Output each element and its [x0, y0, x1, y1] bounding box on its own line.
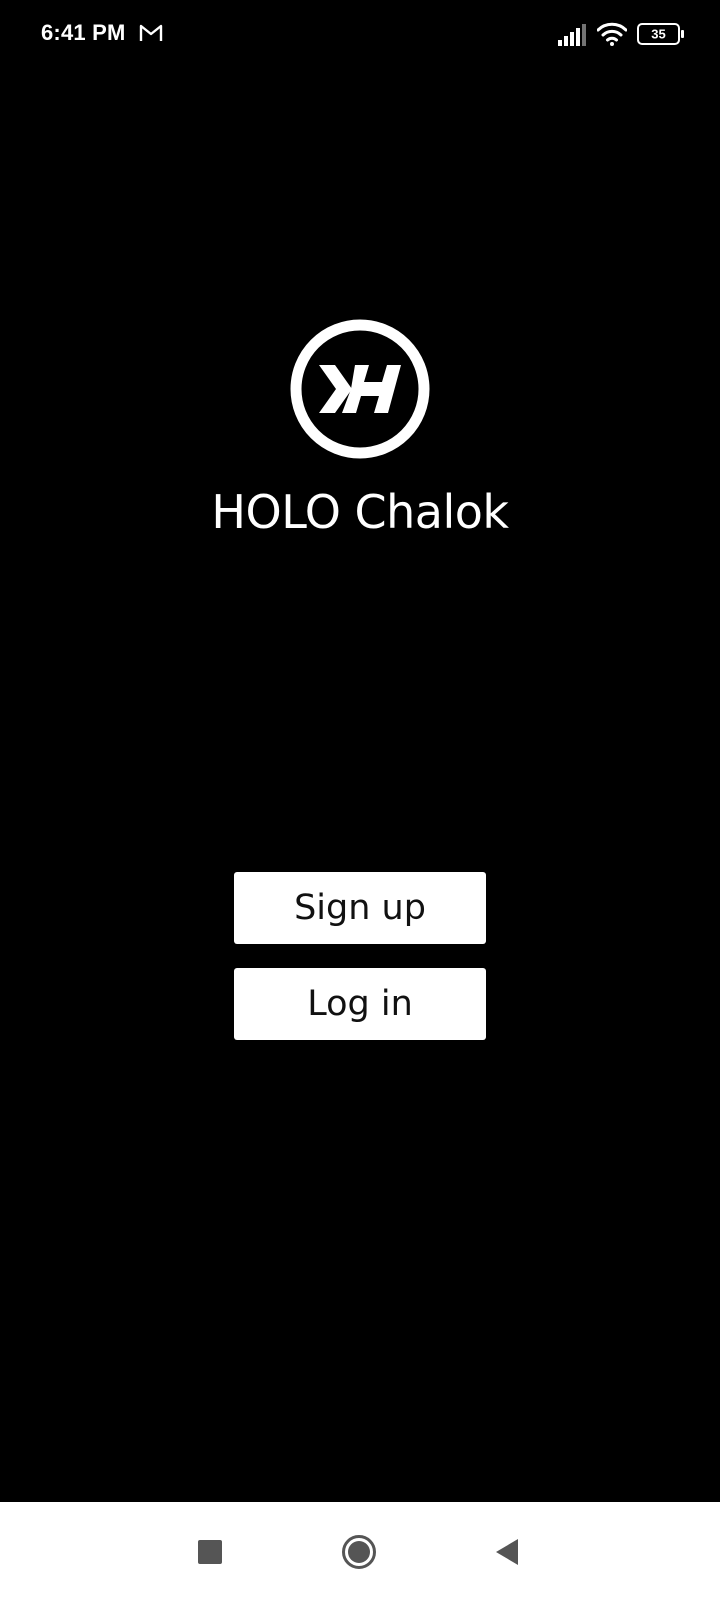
- welcome-screen: 6:41 PM 35 HOLO Chalok Sign up Log in: [0, 0, 720, 1600]
- recents-square-icon[interactable]: [198, 1540, 222, 1564]
- status-time: 6:41 PM: [41, 20, 126, 45]
- wifi-icon: [597, 22, 627, 46]
- battery-level: 35: [651, 27, 665, 42]
- login-button[interactable]: Log in: [234, 968, 486, 1040]
- back-triangle-icon[interactable]: [494, 1537, 520, 1567]
- gmail-icon: [139, 24, 163, 41]
- signal-icon: [558, 24, 586, 46]
- app-branding: HOLO Chalok: [0, 318, 720, 540]
- home-circle-icon[interactable]: [341, 1534, 377, 1570]
- signup-button[interactable]: Sign up: [234, 872, 486, 944]
- status-bar: 6:41 PM 35: [0, 0, 720, 70]
- app-name: HOLO Chalok: [211, 485, 509, 539]
- holo-logo-icon: [290, 319, 430, 459]
- battery-icon: 35: [637, 23, 684, 45]
- system-nav-bar: [0, 1502, 720, 1600]
- auth-buttons: Sign up Log in: [234, 872, 486, 1040]
